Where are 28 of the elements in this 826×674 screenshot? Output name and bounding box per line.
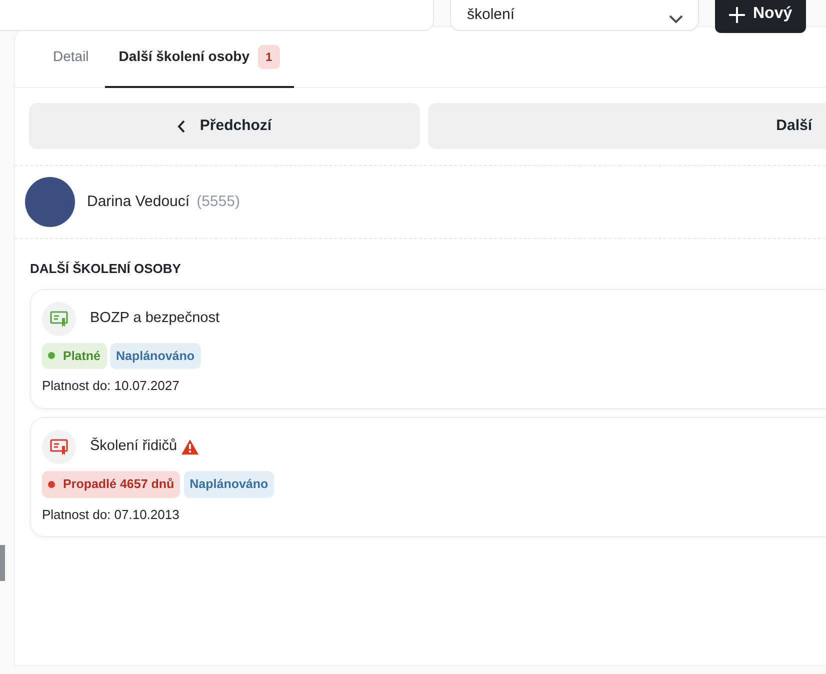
training-card[interactable]: BOZP a bezpečnost Platné Naplánováno Platnost do: 10.07.2027 xyxy=(30,288,826,409)
new-button[interactable]: Nový xyxy=(715,0,806,33)
scrollbar xyxy=(0,545,5,581)
tab[interactable]: Detail xyxy=(39,27,103,88)
plan-badge: Naplánováno xyxy=(184,470,274,498)
tab[interactable]: Další školení osoby 1 xyxy=(104,27,294,88)
plus-icon xyxy=(729,7,745,23)
next-button[interactable]: Další xyxy=(428,103,826,149)
count-badge: 1 xyxy=(258,44,280,68)
certificate-icon xyxy=(50,438,68,456)
avatar xyxy=(25,177,75,227)
validity-text: Platnost do: 10.07.2027 xyxy=(42,377,180,396)
status-badge: Propadlé 4657 dnů xyxy=(42,470,180,498)
certificate-icon xyxy=(50,310,68,328)
filter-dropdown[interactable]: školení xyxy=(450,0,699,31)
previous-button[interactable]: Předchozí xyxy=(29,103,420,149)
training-card[interactable]: Školení řidičů Propadlé 4657 dnů Naplánováno Platnost do: 07.10.2013 xyxy=(30,416,826,537)
status-badge: Platné xyxy=(42,342,107,370)
validity-text: Platnost do: 07.10.2013 xyxy=(42,506,180,524)
chevron-down-icon xyxy=(668,14,684,24)
training-title: Školení řidičů xyxy=(90,436,178,456)
training-title: BOZP a bezpečnost xyxy=(90,308,220,328)
person-number: (5555) xyxy=(196,192,240,212)
chevron-left-icon xyxy=(176,118,186,134)
section-title: DALŠÍ ŠKOLENÍ OSOBY xyxy=(29,260,182,278)
search-field[interactable] xyxy=(0,0,434,31)
plan-badge: Naplánováno xyxy=(110,342,201,370)
person-name: Darina Vedoucí xyxy=(87,192,190,212)
